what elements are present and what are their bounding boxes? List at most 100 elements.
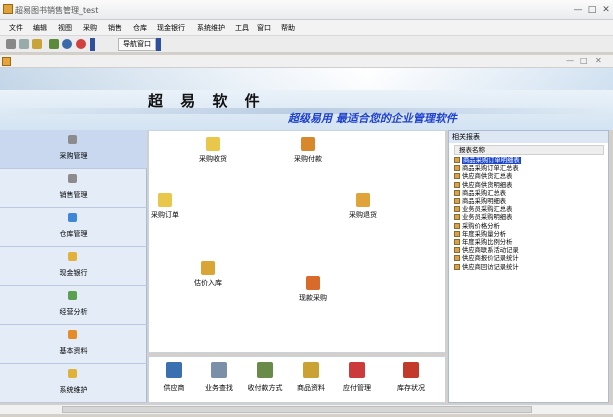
- order-icon: [158, 193, 172, 207]
- function-order[interactable]: 采购订单: [151, 193, 179, 220]
- menu-cash-bank[interactable]: 现金银行: [157, 23, 185, 33]
- report-row[interactable]: 供应商供货汇总表: [454, 173, 604, 181]
- quick-payables[interactable]: 应付管理: [335, 362, 379, 393]
- report-row[interactable]: 商品采购明细表: [454, 198, 604, 206]
- report-icon: [454, 189, 460, 196]
- payment-icon: [301, 137, 315, 151]
- child-close-button[interactable]: ✕: [595, 56, 602, 65]
- quick-label: 收付款方式: [247, 384, 283, 392]
- menu-help[interactable]: 帮助: [281, 23, 295, 33]
- report-row[interactable]: 年度采购比例分析: [454, 239, 604, 247]
- quick-search-business[interactable]: 业务查找: [197, 362, 241, 393]
- help-icon[interactable]: [76, 39, 86, 49]
- paste-icon[interactable]: [32, 39, 42, 49]
- nav-window-button[interactable]: 导航窗口: [118, 38, 156, 51]
- report-icon: [454, 206, 460, 213]
- child-minimize-button[interactable]: —: [566, 56, 574, 65]
- report-row[interactable]: 商品采购订单明细表: [454, 157, 604, 165]
- title-bar: 超易图书销售管理_test — □ ✕: [0, 0, 613, 20]
- close-button[interactable]: ✕: [600, 4, 612, 16]
- inventory-icon: [403, 362, 419, 378]
- report-row[interactable]: 供应商供货明细表: [454, 181, 604, 190]
- cash-bank-icon: [68, 252, 77, 261]
- report-row-label: 商品采购明细表: [462, 198, 507, 205]
- quick-payment-method[interactable]: 收付款方式: [243, 362, 287, 393]
- report-row-label: 供应商报价记录统计: [462, 255, 519, 263]
- menu-view[interactable]: 视图: [58, 23, 72, 33]
- refresh-icon[interactable]: [49, 39, 59, 49]
- payment-method-icon: [257, 362, 273, 378]
- quick-label: 供应商: [163, 384, 185, 392]
- toolbar-overflow-icon[interactable]: [90, 38, 95, 51]
- child-maximize-button[interactable]: □: [580, 56, 588, 65]
- nav-item-0[interactable]: 采购管理: [0, 130, 147, 169]
- nav-item-label: 现金银行: [59, 269, 88, 277]
- supplier-icon: [166, 362, 182, 378]
- report-row[interactable]: 业务员采购明细表: [454, 214, 604, 222]
- globe-icon[interactable]: [62, 39, 72, 49]
- copy-icon[interactable]: [19, 39, 29, 49]
- nav-item-label: 销售管理: [59, 191, 88, 199]
- nav-item-1[interactable]: 销售管理: [0, 169, 147, 208]
- child-window-icon: [2, 57, 11, 66]
- toolbar: 导航窗口: [0, 36, 613, 53]
- function-payment[interactable]: 采购付款: [294, 137, 322, 164]
- nav-item-6[interactable]: 系统维护: [0, 364, 147, 403]
- toolbar-overflow-icon-2[interactable]: [156, 38, 161, 51]
- menu-system[interactable]: 系统维护: [197, 23, 225, 33]
- report-row[interactable]: 供应商报价记录统计: [454, 255, 604, 263]
- payables-icon: [349, 362, 365, 378]
- cut-icon[interactable]: [6, 39, 16, 49]
- report-icon: [454, 255, 460, 262]
- function-receive[interactable]: 采购收货: [199, 137, 227, 164]
- quick-inventory[interactable]: 库存状况: [389, 362, 433, 393]
- horizontal-scrollbar[interactable]: [0, 404, 613, 414]
- report-row-label: 供应商联系活动记录: [462, 247, 519, 255]
- quick-goods[interactable]: 商品资料: [289, 362, 333, 393]
- report-row[interactable]: 采购价格分析: [454, 222, 604, 231]
- basic-data-icon: [68, 330, 77, 339]
- function-label: 采购收货: [199, 155, 227, 163]
- nav-item-5[interactable]: 基本资料: [0, 325, 147, 364]
- report-icon: [454, 247, 460, 254]
- report-row[interactable]: 供应商回访记录统计: [454, 263, 604, 272]
- receive-icon: [206, 137, 220, 151]
- function-cash-purchase[interactable]: 现款采购: [299, 276, 327, 303]
- minimize-button[interactable]: —: [572, 4, 584, 16]
- function-return[interactable]: 采购退货: [349, 193, 377, 220]
- quick-label: 商品资料: [297, 384, 325, 392]
- function-label: 采购付款: [294, 155, 322, 163]
- maintenance-icon: [68, 369, 77, 378]
- report-row[interactable]: 商品采购汇总表: [454, 189, 604, 198]
- report-row-label: 供应商回访记录统计: [462, 263, 519, 271]
- report-panel-title: 相关报表: [449, 131, 608, 143]
- report-panel: 相关报表 报表名称 商品采购订单明细表 商品采购订单汇总表 供应商供货汇总表 供应商供…: [448, 130, 609, 403]
- nav-item-label: 仓库管理: [59, 230, 88, 238]
- sales-icon: [68, 174, 77, 183]
- nav-item-4[interactable]: 经营分析: [0, 286, 147, 325]
- function-valuation[interactable]: 估价入库: [194, 261, 222, 288]
- nav-item-2[interactable]: 仓库管理: [0, 208, 147, 247]
- menu-purchase[interactable]: 采购: [83, 23, 97, 33]
- left-nav: 采购管理销售管理仓库管理现金银行经营分析基本资料 系统维护: [0, 130, 147, 403]
- report-icon: [454, 214, 460, 221]
- report-row[interactable]: 年度采购量分析: [454, 230, 604, 239]
- quick-supplier[interactable]: 供应商: [152, 362, 196, 393]
- menu-sales[interactable]: 销售: [108, 23, 122, 33]
- return-icon: [356, 193, 370, 207]
- menu-tools[interactable]: 工具: [235, 23, 249, 33]
- app-icon: [3, 4, 13, 14]
- nav-item-label: 经营分析: [59, 308, 88, 316]
- menu-edit[interactable]: 编辑: [33, 23, 47, 33]
- menu-window[interactable]: 窗口: [257, 23, 271, 33]
- maximize-button[interactable]: □: [586, 4, 598, 16]
- nav-item-3[interactable]: 现金银行: [0, 247, 147, 286]
- scrollbar-thumb[interactable]: [62, 406, 532, 413]
- report-icon: [454, 230, 460, 237]
- brand-slogan: 超级易用 最适合您的企业管理软件: [288, 112, 457, 125]
- menu-warehouse[interactable]: 仓库: [133, 23, 147, 33]
- report-column-header[interactable]: 报表名称: [454, 145, 604, 155]
- menu-file[interactable]: 文件: [9, 23, 23, 33]
- child-window-bar: — □ ✕: [0, 55, 613, 68]
- goods-icon: [303, 362, 319, 378]
